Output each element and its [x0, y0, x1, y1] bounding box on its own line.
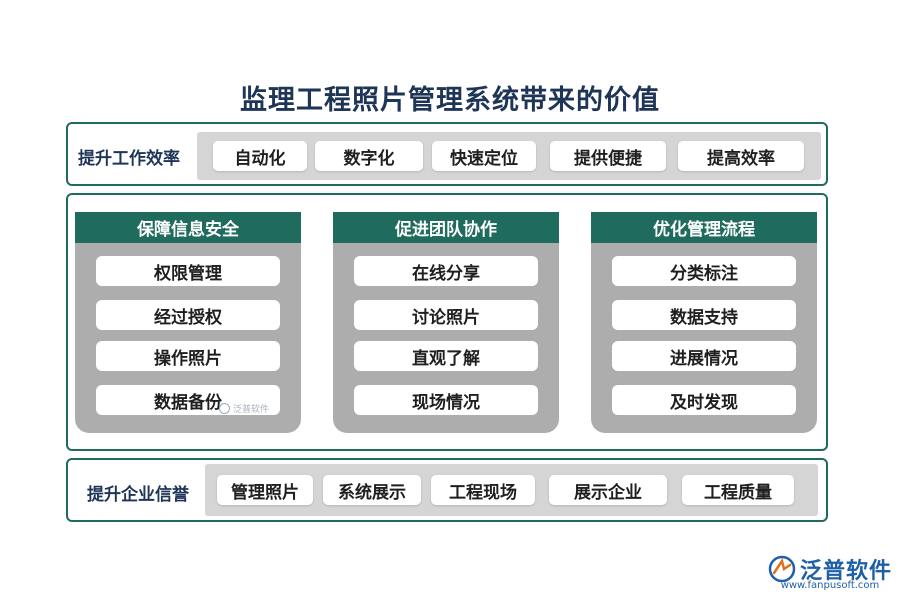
top-panel: 提升工作效率 自动化 数字化 快速定位 提供便捷 提高效率	[66, 122, 828, 186]
column-header: 保障信息安全	[75, 212, 301, 243]
column-security: 保障信息安全 权限管理 经过授权 操作照片 数据备份	[75, 212, 301, 433]
top-chip: 提高效率	[678, 141, 804, 171]
column-header: 促进团队协作	[333, 212, 559, 243]
bottom-strip: 管理照片 系统展示 工程现场 展示企业 工程质量	[205, 464, 818, 516]
column-item: 权限管理	[96, 256, 280, 286]
column-process: 优化管理流程 分类标注 数据支持 进展情况 及时发现	[591, 212, 817, 433]
column-item: 现场情况	[354, 385, 538, 415]
column-item: 直观了解	[354, 341, 538, 371]
top-chip: 提供便捷	[550, 141, 666, 171]
column-item: 操作照片	[96, 341, 280, 371]
top-chip: 快速定位	[432, 141, 536, 171]
bottom-row-label: 提升企业信誉	[87, 485, 189, 505]
logo-url: www.fanpusoft.com	[780, 580, 880, 591]
bottom-chip: 展示企业	[549, 475, 667, 505]
bottom-panel: 提升企业信誉 管理照片 系统展示 工程现场 展示企业 工程质量	[66, 458, 828, 522]
watermark-text: 泛普软件	[233, 405, 270, 415]
top-strip: 自动化 数字化 快速定位 提供便捷 提高效率	[197, 132, 821, 180]
top-chip: 自动化	[213, 141, 307, 171]
column-item: 在线分享	[354, 256, 538, 286]
top-chip: 数字化	[315, 141, 423, 171]
fanpu-logo-icon	[768, 555, 796, 583]
column-item: 数据支持	[612, 300, 796, 330]
column-item: 经过授权	[96, 300, 280, 330]
column-item: 及时发现	[612, 385, 796, 415]
column-header: 优化管理流程	[591, 212, 817, 243]
top-row-label: 提升工作效率	[78, 149, 180, 169]
small-watermark: 泛普软件	[219, 402, 269, 415]
watermark-logo-icon	[219, 403, 230, 414]
column-item: 讨论照片	[354, 300, 538, 330]
column-collaboration: 促进团队协作 在线分享 讨论照片 直观了解 现场情况	[333, 212, 559, 433]
page-title: 监理工程照片管理系统带来的价值	[240, 85, 660, 116]
bottom-chip: 工程现场	[431, 475, 535, 505]
bottom-chip: 工程质量	[682, 475, 794, 505]
column-item: 进展情况	[612, 341, 796, 371]
bottom-chip: 系统展示	[323, 475, 421, 505]
column-item: 分类标注	[612, 256, 796, 286]
bottom-chip: 管理照片	[217, 475, 313, 505]
